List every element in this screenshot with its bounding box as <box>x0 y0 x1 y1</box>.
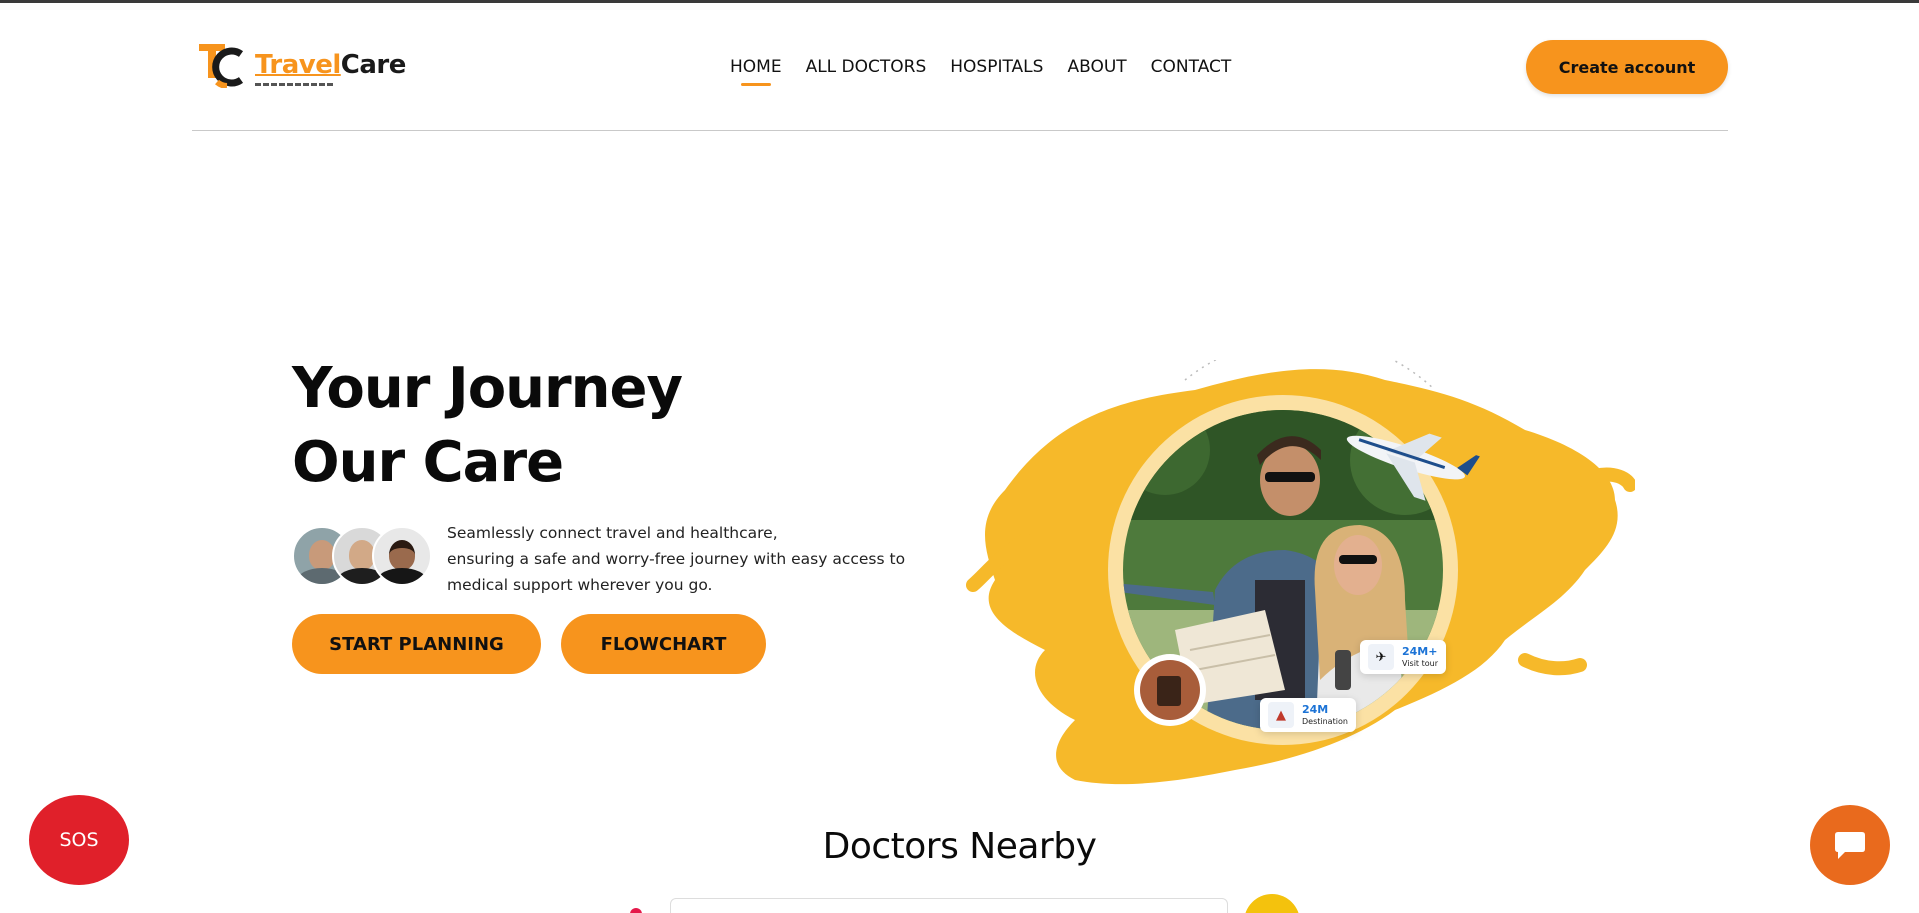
header-divider <box>192 130 1728 131</box>
brand-name: TravelCare <box>255 50 407 86</box>
site-header: TravelCare HOME ALL DOCTORS HOSPITALS AB… <box>192 36 1728 130</box>
doctors-nearby-title: Doctors Nearby <box>822 826 1097 867</box>
start-planning-button[interactable]: START PLANNING <box>292 614 541 674</box>
chat-bubble-icon <box>1835 832 1865 859</box>
search-action-button[interactable] <box>1244 894 1300 913</box>
create-account-button[interactable]: Create account <box>1526 40 1728 94</box>
stat-label: Visit tour <box>1402 658 1438 668</box>
chat-button[interactable] <box>1810 805 1890 885</box>
hero-title: Your Journey Our Care <box>292 352 683 500</box>
nav-item-home[interactable]: HOME <box>718 56 794 86</box>
sos-button[interactable]: SOS <box>29 795 129 885</box>
stat-badge-destination: ▲ 24M Destination <box>1260 698 1356 732</box>
stat-value: 24M <box>1302 702 1329 716</box>
stat-badge-visit-tour: ✈ 24M+ Visit tour <box>1360 640 1446 674</box>
top-border <box>0 0 1919 3</box>
doctor-search-bar[interactable] <box>670 898 1228 913</box>
logo-underbar <box>255 83 333 86</box>
main-nav: HOME ALL DOCTORS HOSPITALS ABOUT CONTACT <box>718 56 1243 86</box>
nav-item-contact[interactable]: CONTACT <box>1139 56 1244 86</box>
nav-item-hospitals[interactable]: HOSPITALS <box>938 56 1055 86</box>
nav-item-about[interactable]: ABOUT <box>1055 56 1138 86</box>
stat-label: Destination <box>1302 716 1348 726</box>
hero-title-line2: Our Care <box>292 430 564 495</box>
brand-name-travel: Travel <box>255 50 341 80</box>
stat-value: 24M+ <box>1402 644 1438 658</box>
location-pin-icon <box>630 908 642 913</box>
flowchart-button[interactable]: FLOWCHART <box>561 614 766 674</box>
hero-title-line1: Your Journey <box>292 356 683 421</box>
avatar-group <box>292 526 432 586</box>
hero-description: Seamlessly connect travel and healthcare… <box>447 520 917 598</box>
nav-item-all-doctors[interactable]: ALL DOCTORS <box>794 56 939 86</box>
hero-desc-line2: ensuring a safe and worry-free journey w… <box>447 550 906 568</box>
travelcare-logo-icon <box>199 44 244 88</box>
hero-desc-line1: Seamlessly connect travel and healthcare… <box>447 524 778 542</box>
brand-logo[interactable]: TravelCare <box>197 42 406 88</box>
landmark-icon: ▲ <box>1268 702 1294 728</box>
avatar <box>372 526 432 586</box>
plane-icon: ✈ <box>1368 644 1394 670</box>
travelers-image <box>966 337 1637 785</box>
brand-name-care: Care <box>340 50 407 80</box>
hero-illustration: ✈ 24M+ Visit tour ▲ 24M Destination <box>965 337 1637 800</box>
hero-desc-line3: medical support wherever you go. <box>447 576 713 594</box>
